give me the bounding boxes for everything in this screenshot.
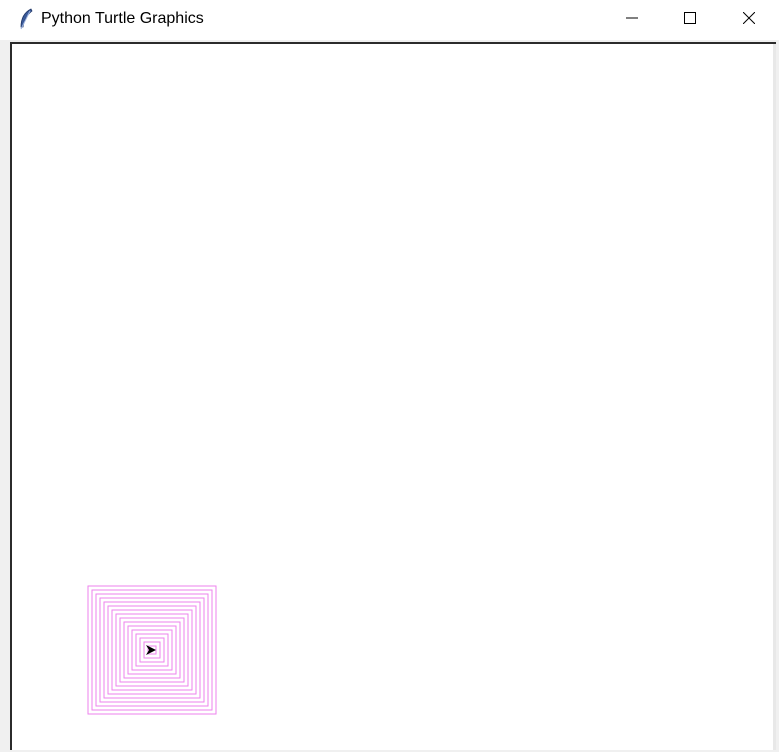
turtle-window: Python Turtle Graphics [0, 0, 779, 752]
minimize-button[interactable] [603, 0, 661, 40]
feather-icon [17, 8, 35, 30]
close-icon [742, 11, 756, 29]
maximize-button[interactable] [661, 0, 719, 40]
minimize-icon [626, 11, 638, 29]
maximize-icon [684, 11, 696, 29]
scrollbar-right[interactable] [773, 44, 776, 750]
window-title: Python Turtle Graphics [41, 10, 204, 27]
drawing-surface [87, 585, 217, 715]
close-button[interactable] [720, 0, 778, 40]
title-bar[interactable]: Python Turtle Graphics [0, 0, 779, 40]
turtle-canvas[interactable] [10, 42, 776, 750]
